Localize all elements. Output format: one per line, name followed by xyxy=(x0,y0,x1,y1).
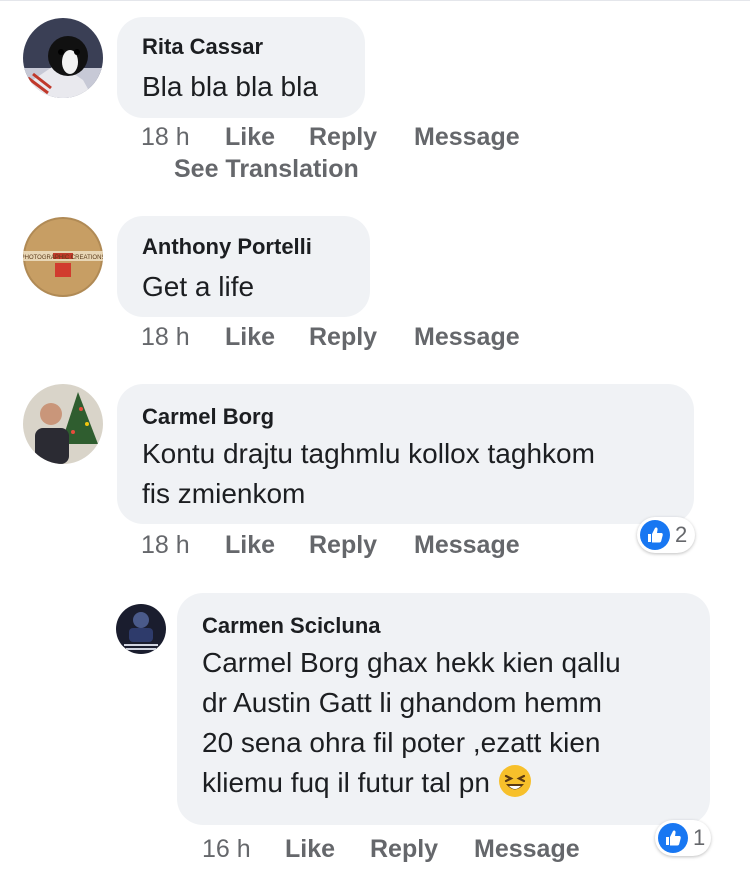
top-divider xyxy=(0,0,750,1)
comment-author[interactable]: Anthony Portelli xyxy=(142,234,312,260)
reply-text-line: 20 sena ohra fil poter ,ezatt kien xyxy=(202,727,601,758)
message-button[interactable]: Message xyxy=(414,323,520,352)
comment-time[interactable]: 18 h xyxy=(141,323,190,352)
reply-text-last: kliemu fuq il futur tal pn xyxy=(202,767,490,798)
reaction-badge[interactable]: 1 xyxy=(655,820,711,856)
comment-text-line: Kontu drajtu taghmlu kollox taghkom xyxy=(142,438,595,469)
comment-time[interactable]: 18 h xyxy=(141,531,190,560)
comment-bubble-1: Rita Cassar Bla bla bla bla xyxy=(117,17,365,118)
comment-text: Bla bla bla bla xyxy=(142,67,318,107)
like-reaction-icon xyxy=(640,520,670,550)
reply-author[interactable]: Carmen Scicluna xyxy=(202,613,381,639)
like-button[interactable]: Like xyxy=(225,123,275,152)
message-button[interactable]: Message xyxy=(414,123,520,152)
comment-text-line: Bla bla bla bla xyxy=(142,71,318,102)
comment-text-line: Get a life xyxy=(142,271,255,302)
reaction-count: 1 xyxy=(693,825,706,850)
comment-text-line: fis zmienkom xyxy=(142,478,306,509)
comment-time[interactable]: 18 h xyxy=(141,123,190,152)
reply-time[interactable]: 16 h xyxy=(202,835,251,864)
reply-text: Carmel Borg ghax hekk kien qallu dr Aust… xyxy=(202,643,621,809)
reply-text-line: dr Austin Gatt li ghandom hemm xyxy=(202,687,602,718)
comment-author[interactable]: Carmel Borg xyxy=(142,404,274,430)
message-button[interactable]: Message xyxy=(474,835,580,864)
avatar-logo-text: PHOTOGRAPHIC CREATIONS xyxy=(23,255,103,261)
comment-bubble-2: Anthony Portelli Get a life xyxy=(117,216,370,317)
reply-text-line: Carmel Borg ghax hekk kien qallu xyxy=(202,647,621,678)
reaction-count: 2 xyxy=(675,522,688,547)
see-translation-link[interactable]: See Translation xyxy=(174,155,359,184)
reaction-badge[interactable]: 2 xyxy=(637,517,695,553)
like-button[interactable]: Like xyxy=(225,323,275,352)
like-reaction-icon xyxy=(658,823,688,853)
reply-text-line: kliemu fuq il futur tal pn xyxy=(202,763,621,809)
comment-text: Kontu drajtu taghmlu kollox taghkom fis … xyxy=(142,434,595,514)
laughing-emoji-icon xyxy=(498,764,532,809)
comment-author[interactable]: Rita Cassar xyxy=(142,34,263,60)
avatar-rita-cassar[interactable] xyxy=(23,18,103,98)
reply-button[interactable]: Reply xyxy=(370,835,438,864)
comment-bubble-3: Carmel Borg Kontu drajtu taghmlu kollox … xyxy=(117,384,694,524)
avatar-carmen-scicluna[interactable] xyxy=(116,604,166,654)
avatar-anthony-portelli[interactable]: PHOTOGRAPHIC CREATIONS xyxy=(23,217,103,297)
like-button[interactable]: Like xyxy=(285,835,335,864)
like-button[interactable]: Like xyxy=(225,531,275,560)
reply-button[interactable]: Reply xyxy=(309,531,377,560)
reply-bubble: Carmen Scicluna Carmel Borg ghax hekk ki… xyxy=(177,593,710,825)
reply-button[interactable]: Reply xyxy=(309,323,377,352)
reply-button[interactable]: Reply xyxy=(309,123,377,152)
comment-text: Get a life xyxy=(142,267,254,307)
avatar-carmel-borg[interactable] xyxy=(23,384,103,464)
message-button[interactable]: Message xyxy=(414,531,520,560)
